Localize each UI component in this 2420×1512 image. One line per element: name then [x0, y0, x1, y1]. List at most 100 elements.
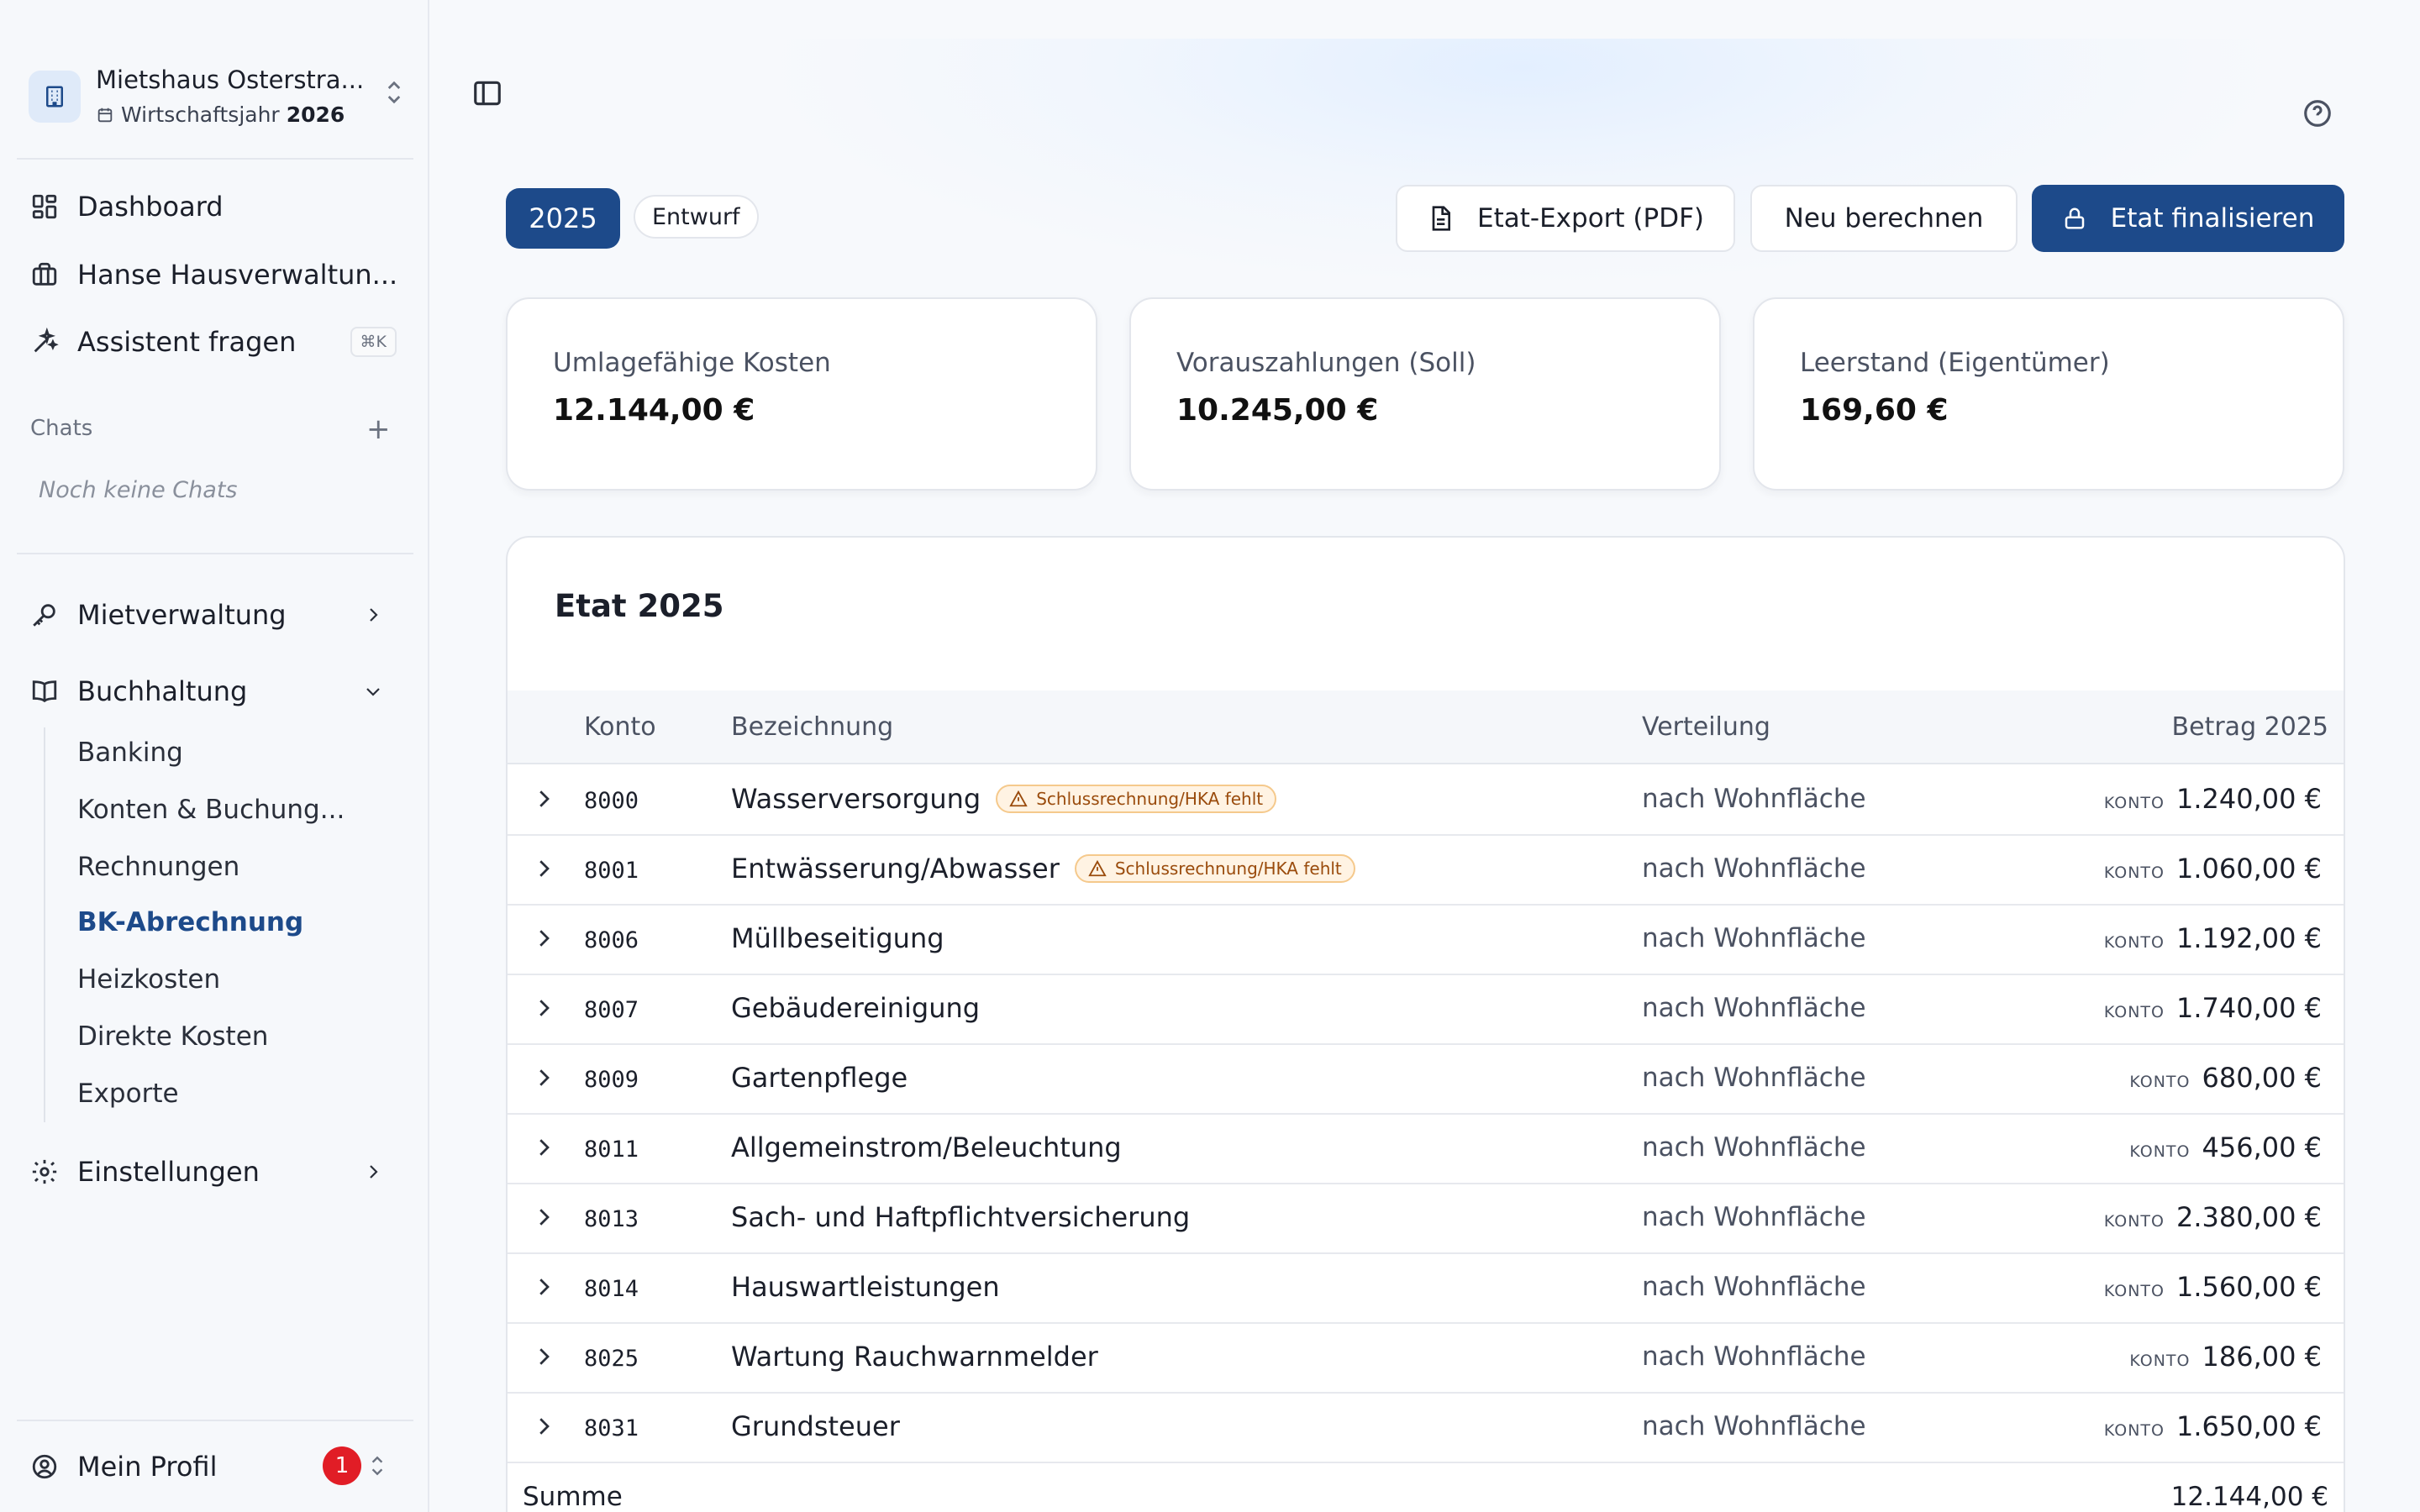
table-row[interactable]: 8007 Gebäudereinigung nach Wohnfläche KONTO…	[508, 975, 2344, 1045]
nav-buchhaltung[interactable]: Buchhaltung	[29, 668, 407, 715]
account-description: Wasserversorgung Schlussrechnung/HKA fehl…	[731, 783, 1277, 815]
export-pdf-button[interactable]: Etat-Export (PDF)	[1396, 185, 1735, 252]
amount-value: 456,00 €	[2202, 1131, 2323, 1163]
nav-label: Buchhaltung	[77, 675, 248, 707]
subnav-heizkosten[interactable]: Heizkosten	[77, 964, 220, 995]
table-row[interactable]: 8013 Sach- und Haftpflichtversicherung nac…	[508, 1184, 2344, 1254]
finalize-label: Etat finalisieren	[2110, 203, 2315, 234]
account-description: Allgemeinstrom/Beleuchtung	[731, 1131, 1122, 1163]
sidebar: Mietshaus Osterstra... Wirtschaftsjahr 2…	[0, 0, 429, 1512]
source-tag: KONTO	[2103, 794, 2165, 812]
distribution-key: nach Wohnfläche	[1642, 993, 1866, 1023]
chevron-right-icon[interactable]	[531, 1205, 556, 1230]
account-description: Wartung Rauchwarnmelder	[731, 1341, 1098, 1373]
amount-cell: KONTO 1.060,00 €	[2104, 853, 2322, 885]
add-chat-button[interactable]: +	[366, 415, 391, 444]
fiscal-year: Wirtschaftsjahr 2026	[96, 102, 345, 127]
account-number: 8006	[584, 927, 639, 953]
subnav-rechnungen[interactable]: Rechnungen	[77, 852, 239, 882]
nav-dashboard[interactable]: Dashboard	[29, 183, 407, 230]
chevron-right-icon[interactable]	[531, 1414, 556, 1439]
finalize-button[interactable]: Etat finalisieren	[2032, 185, 2344, 252]
property-switcher[interactable]: Mietshaus Osterstra... Wirtschaftsjahr 2…	[29, 66, 407, 133]
sidebar-toggle-icon[interactable]	[471, 77, 503, 109]
notification-badge: 1	[323, 1446, 361, 1485]
account-description: Hauswartleistungen	[731, 1271, 1000, 1303]
table-row[interactable]: 8009 Gartenpflege nach Wohnfläche KONTO 680,…	[508, 1045, 2344, 1115]
amount-value: 1.740,00 €	[2175, 992, 2322, 1024]
chevron-right-icon[interactable]	[531, 995, 556, 1021]
chevron-right-icon[interactable]	[531, 926, 556, 951]
source-tag: KONTO	[2129, 1352, 2191, 1370]
nav-label: Hanse Hausverwaltun...	[77, 259, 398, 291]
account-description: Gebäudereinigung	[731, 992, 980, 1024]
account-name: Hauswartleistungen	[731, 1271, 1000, 1303]
divider	[17, 1420, 413, 1421]
subnav-exporte[interactable]: Exporte	[77, 1079, 179, 1109]
account-name: Gebäudereinigung	[731, 992, 981, 1024]
nav-hausverwaltung[interactable]: Hanse Hausverwaltun...	[29, 251, 407, 298]
lock-icon	[2065, 207, 2084, 229]
subnav-direkte-kosten[interactable]: Direkte Kosten	[77, 1021, 268, 1052]
fiscal-year-value: 2026	[286, 102, 345, 127]
amount-cell: KONTO 1.650,00 €	[2104, 1410, 2322, 1442]
nav-label: Mietverwaltung	[77, 599, 287, 631]
document-icon	[1432, 206, 1450, 231]
year-selector[interactable]: 2025	[506, 188, 620, 249]
amount-cell: KONTO 1.240,00 €	[2104, 783, 2322, 815]
budget-table-card: Etat 2025 Konto Bezeichnung Verteilung B…	[506, 536, 2345, 1512]
account-description: Müllbeseitigung	[731, 922, 944, 954]
amount-value: 1.650,00 €	[2175, 1410, 2322, 1442]
account-name: Wasserversorgung	[731, 783, 981, 815]
profile-menu[interactable]: Mein Profil 1	[29, 1443, 407, 1490]
table-row[interactable]: 8006 Müllbeseitigung nach Wohnfläche KONTO 1…	[508, 906, 2344, 975]
source-tag: KONTO	[2103, 933, 2165, 952]
help-icon[interactable]	[2302, 97, 2333, 129]
property-name: Mietshaus Osterstra...	[96, 66, 365, 94]
account-description: Grundsteuer	[731, 1410, 900, 1442]
chevron-right-icon[interactable]	[531, 1274, 556, 1299]
table-row[interactable]: 8001 Entwässerung/Abwasser Schlussrechnung…	[508, 836, 2344, 906]
subnav-banking[interactable]: Banking	[77, 738, 183, 768]
amount-cell: KONTO 456,00 €	[2129, 1131, 2322, 1163]
distribution-key: nach Wohnfläche	[1642, 923, 1866, 953]
amount-cell: KONTO 2.380,00 €	[2104, 1201, 2322, 1233]
key-icon	[29, 599, 60, 631]
table-title: Etat 2025	[555, 588, 724, 624]
account-name: Allgemeinstrom/Beleuchtung	[731, 1131, 1122, 1163]
amount-value: 1.060,00 €	[2175, 853, 2322, 885]
kpi-value: 10.245,00 €	[1176, 393, 1379, 428]
shortcut-badge: ⌘K	[350, 327, 397, 357]
distribution-key: nach Wohnfläche	[1642, 1341, 1866, 1372]
recalculate-button[interactable]: Neu berechnen	[1750, 185, 2018, 252]
chevron-right-icon[interactable]	[531, 1065, 556, 1090]
recalculate-label: Neu berechnen	[1784, 203, 1984, 234]
kpi-label: Umlagefähige Kosten	[553, 348, 831, 378]
amount-cell: KONTO 1.740,00 €	[2104, 992, 2322, 1024]
kpi-card-vacancy: Leerstand (Eigentümer) 169,60 €	[1753, 297, 2344, 491]
warning-icon	[1088, 859, 1107, 877]
distribution-key: nach Wohnfläche	[1642, 1411, 1866, 1441]
table-row[interactable]: 8011 Allgemeinstrom/Beleuchtung nach Wohnf…	[508, 1115, 2344, 1184]
table-row[interactable]: 8025 Wartung Rauchwarnmelder nach Wohnfläc…	[508, 1324, 2344, 1394]
chevron-right-icon[interactable]	[531, 786, 556, 811]
subnav-bk-abrechnung[interactable]: BK-Abrechnung	[77, 907, 303, 937]
missing-invoice-badge: Schlussrechnung/HKA fehlt	[996, 785, 1277, 813]
table-row[interactable]: 8000 Wasserversorgung Schlussrechnung/HKA …	[508, 766, 2344, 836]
nav-einstellungen[interactable]: Einstellungen	[29, 1148, 407, 1195]
chevron-right-icon[interactable]	[531, 1344, 556, 1369]
sparkles-icon	[29, 326, 60, 358]
table-row[interactable]: 8014 Hauswartleistungen nach Wohnfläche KON…	[508, 1254, 2344, 1324]
account-number: 8000	[584, 788, 639, 814]
table-row[interactable]: 8031 Grundsteuer nach Wohnfläche KONTO 1.650…	[508, 1394, 2344, 1463]
kpi-card-costs: Umlagefähige Kosten 12.144,00 €	[506, 297, 1097, 491]
chevron-right-icon[interactable]	[531, 1135, 556, 1160]
sum-row: Summe 12.144,00 €	[508, 1463, 2344, 1512]
nav-assistant[interactable]: Assistent fragen ⌘K	[29, 318, 407, 365]
subnav-konten[interactable]: Konten & Buchung...	[77, 795, 345, 825]
export-pdf-label: Etat-Export (PDF)	[1477, 203, 1704, 234]
nav-mietverwaltung[interactable]: Mietverwaltung	[29, 591, 407, 638]
warning-text: Schlussrechnung/HKA fehlt	[1114, 858, 1342, 879]
chevron-right-icon[interactable]	[531, 856, 556, 881]
nav-label: Einstellungen	[77, 1156, 260, 1188]
